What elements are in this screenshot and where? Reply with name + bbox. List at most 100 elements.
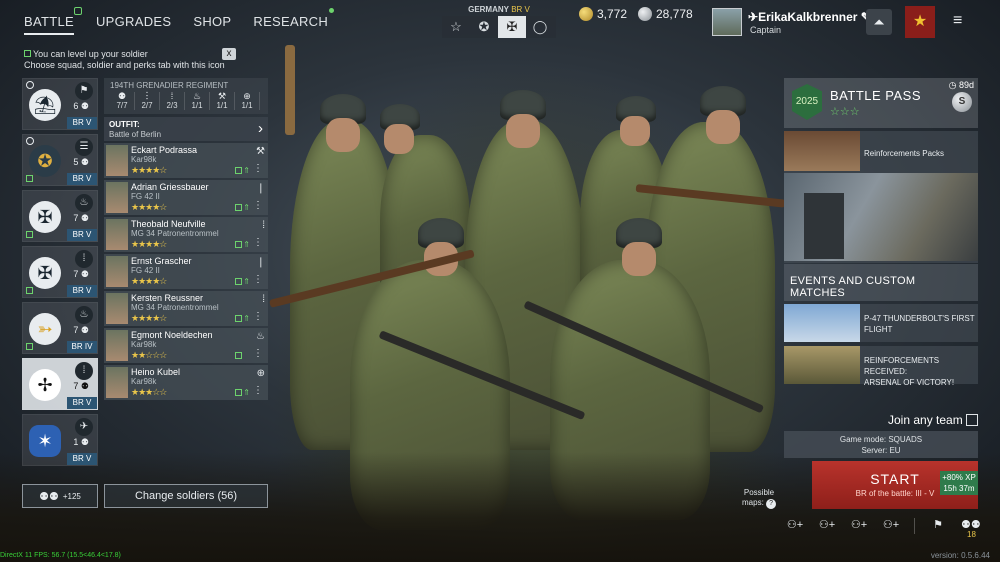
upgrade-marker [26, 175, 33, 182]
squad-card[interactable]: ⛱ ⚑ 6 ⚉ BR V [22, 78, 98, 130]
tab-shop[interactable]: SHOP [193, 14, 231, 35]
battle-pass-card[interactable]: 2025 BATTLE PASS ☆☆☆ ◷ 89d S [784, 78, 978, 128]
avatar[interactable] [712, 8, 742, 36]
version-label: version: 0.5.6.44 [930, 551, 990, 560]
main-nav: BATTLE UPGRADES SHOP RESEARCH [24, 7, 335, 35]
flag-icon[interactable]: ⚑ [929, 518, 947, 534]
squad-count: 1 ⚉ [73, 437, 89, 447]
rifle [285, 45, 295, 135]
squad-card[interactable]: ✪ ☰ 5 ⚉ BR V [22, 134, 98, 186]
plus-icon: ⊕ [256, 368, 265, 379]
more-icon[interactable]: ⋮ [253, 311, 263, 322]
silver-amount: 28,778 [656, 7, 693, 21]
soldier-weapon: Kar98k [131, 377, 157, 386]
soldier-stars: ★★☆☆☆ [131, 350, 167, 360]
upgrade-marker [26, 343, 33, 350]
nation-br: BR V [511, 5, 530, 14]
squad-br-badge: BR V [67, 117, 97, 129]
soldier-name: Egmont Noeldechen [131, 330, 213, 340]
more-icon[interactable]: ⋮ [253, 385, 263, 396]
regiment-stats: ⚉ 7/7 ︙ 2/7 ⁞ 2/3 ♨ 1/1 ⚒ 1/1 ⊕ 1/1 [110, 92, 260, 110]
more-icon[interactable]: ⋮ [253, 348, 263, 359]
silver-coin-icon: S [952, 92, 972, 112]
invite-friend-icon[interactable]: ⚇+ [786, 518, 804, 534]
squad-br-badge: BR IV [67, 341, 97, 353]
soldier-stars: ★★★★☆ [131, 276, 167, 286]
soldier-weapon: FG 42 II [131, 192, 160, 201]
event-thumbnail [784, 304, 860, 342]
event-card[interactable]: P-47 THUNDERBOLT'S FIRST FLIGHT [784, 304, 978, 342]
upgrade-arrow-icon: ⇑ [243, 277, 250, 286]
face [384, 124, 414, 154]
outfit-label: OUTFIT: [109, 120, 140, 129]
soldier-row[interactable]: Theobald Neufville MG 34 Patronentrommel… [104, 217, 268, 252]
more-icon[interactable]: ⋮ [253, 274, 263, 285]
ammo-stat: ⁞ 2/3 [160, 92, 185, 110]
hint-close-button[interactable]: x [222, 48, 236, 60]
hamburger-menu-icon[interactable]: ≡ [953, 12, 962, 30]
change-soldiers-button[interactable]: Change soldiers (56) [104, 484, 268, 508]
team-count: 18 [967, 530, 976, 539]
squad-card[interactable]: ➳ ♨ 7 ⚉ BR IV [22, 302, 98, 354]
soldier-row[interactable]: Ernst Grascher FG 42 II ★★★★☆ ⇑ ❘ ⋮ [104, 254, 268, 289]
upgrade-marker [235, 241, 242, 248]
squad-card[interactable]: ✠ ♨ 7 ⚉ BR V [22, 190, 98, 242]
paratrooper-icon: ⚑ [75, 82, 93, 100]
regiment-title: 194TH GRENADIER REGIMENT [110, 81, 229, 90]
username-text: ErikaKalkbrenner [758, 10, 858, 24]
soldier-portrait [106, 367, 128, 398]
xp-boost-badge: +80% XP 15h 37m [940, 471, 978, 495]
fighter-plane-icon: ✈ [75, 418, 93, 436]
tab-upgrades[interactable]: UPGRADES [96, 14, 171, 35]
more-icon[interactable]: ⋮ [253, 200, 263, 211]
soldier-row[interactable]: Adrian Griessbauer FG 42 II ★★★★☆ ⇑ ❘ ⋮ [104, 180, 268, 215]
level-up-hint: You can level up your soldier Choose squ… [24, 49, 236, 71]
squad-list: ⛱ ⚑ 6 ⚉ BR V ✪ ☰ 5 ⚉ BR V ✠ ♨ 7 ⚉ BR V ✠… [22, 78, 98, 470]
invite-friend-icon[interactable]: ⚇+ [818, 518, 836, 534]
upgrade-marker [235, 352, 242, 359]
join-any-team-checkbox[interactable] [966, 414, 978, 426]
battle-br-range: BR of the battle: III - V [855, 489, 935, 498]
invite-friend-icon[interactable]: ⚇+ [850, 518, 868, 534]
star-circle-icon[interactable]: ✪ [470, 16, 498, 38]
squad-card[interactable]: ✠ ⁞ 7 ⚉ BR V [22, 246, 98, 298]
soldier-row[interactable]: Heino Kubel Kar98k ★★★☆☆ ⇑ ⊕ ⋮ [104, 365, 268, 400]
tab-research[interactable]: RESEARCH [253, 8, 335, 35]
battle-pass-timer: ◷ 89d [948, 80, 974, 90]
squad-card[interactable]: ✶ ✈ 1 ⚉ BR V [22, 414, 98, 466]
squad-slot-icon [26, 81, 34, 89]
balkenkreuz-icon[interactable]: ✠ [498, 16, 526, 38]
more-icon[interactable]: ⋮ [253, 163, 263, 174]
star-outline-icon[interactable]: ☆ [442, 16, 470, 38]
soldier-list: Eckart Podrassa Kar98k ★★★★☆ ⇑ ⚒ ⋮ Adria… [104, 143, 268, 402]
username[interactable]: ✈ErikaKalkbrenner ✎ [748, 10, 871, 24]
soldier-portrait [106, 293, 128, 324]
start-button[interactable]: START BR of the battle: III - V +80% XP … [812, 461, 978, 509]
soldier-row[interactable]: Egmont Noeldechen Kar98k ★★☆☆☆ ♨ ⋮ [104, 328, 268, 363]
rifle-icon: ︙ [142, 91, 152, 101]
tab-battle[interactable]: BATTLE [24, 7, 82, 35]
help-icon[interactable]: ? [766, 499, 777, 509]
rifle-stat: ︙ 2/7 [135, 92, 160, 110]
achievements-star-button[interactable]: ★ [905, 6, 935, 38]
ammo-icon: ⁞ [262, 220, 265, 231]
soldier-row[interactable]: Eckart Podrassa Kar98k ★★★★☆ ⇑ ⚒ ⋮ [104, 143, 268, 178]
events-header[interactable]: EVENTS AND CUSTOM MATCHES [784, 264, 978, 301]
more-icon[interactable]: ⋮ [253, 237, 263, 248]
upgrade-marker [235, 167, 242, 174]
face [622, 242, 656, 276]
event-card[interactable]: REINFORCEMENTS RECEIVED: ARSENAL OF VICT… [784, 346, 978, 387]
outfit-selector[interactable]: OUTFIT: Battle of Berlin › [104, 117, 268, 141]
nation-name: GERMANY [468, 5, 509, 14]
squad-count: 7 ⚉ [73, 213, 89, 223]
fps-counter: DirectX 11 FPS: 56.7 (15.5<46.4<17.8) [0, 552, 121, 559]
invite-friend-icon[interactable]: ⚇+ [882, 518, 900, 534]
rank-chevron-button[interactable]: ⏶ [866, 9, 892, 35]
squad-card-selected[interactable]: ✢ ⁞ 7 ⚉ BR V [22, 358, 98, 410]
circle-icon[interactable]: ◯ [526, 16, 554, 38]
divider [914, 518, 915, 534]
soldier-row[interactable]: Kersten Reussner MG 34 Patronentrommel ★… [104, 291, 268, 326]
reinforcements-card[interactable]: Reinforcements Packs [784, 131, 978, 263]
recruit-button[interactable]: ⚉⚉ +125 [22, 484, 98, 508]
upgrade-marker [235, 389, 242, 396]
